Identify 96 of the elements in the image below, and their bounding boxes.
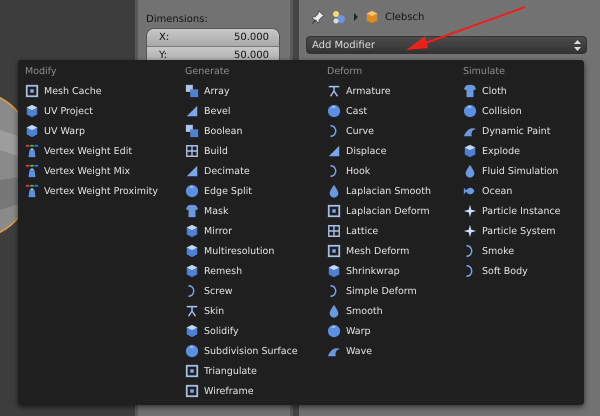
menu-item[interactable]: Ocean xyxy=(463,181,512,201)
sphere-icon xyxy=(327,104,341,118)
menu-item[interactable]: UV Warp xyxy=(25,121,86,141)
dimensions-label: Dimensions: xyxy=(146,14,209,25)
sphere-icon xyxy=(327,324,341,338)
drop-icon xyxy=(463,164,477,178)
sphere-icon xyxy=(185,184,199,198)
cube-icon xyxy=(185,224,199,238)
cube-icon xyxy=(463,144,477,158)
drop-icon xyxy=(327,304,341,318)
weight-icon xyxy=(25,164,39,178)
menu-item[interactable]: Vertex Weight Proximity xyxy=(25,181,158,201)
category-heading: Modify xyxy=(25,65,56,79)
cube-icon xyxy=(185,264,199,278)
cube-icon xyxy=(25,104,39,118)
category-heading: Generate xyxy=(185,65,230,79)
sparkle-icon xyxy=(463,224,477,238)
menu-item[interactable]: Screw xyxy=(185,281,233,301)
menu-item[interactable]: Cast xyxy=(327,101,368,121)
menu-item[interactable]: Remesh xyxy=(185,261,242,281)
weight-icon xyxy=(25,144,39,158)
menu-item[interactable]: Decimate xyxy=(185,161,250,181)
menu-item[interactable]: Mesh Deform xyxy=(327,241,410,261)
menu-item[interactable]: Explode xyxy=(463,141,520,161)
menu-item[interactable]: Warp xyxy=(327,321,371,341)
frame-icon xyxy=(327,244,341,258)
menu-item[interactable]: Curve xyxy=(327,121,374,141)
menu-item[interactable]: Lattice xyxy=(327,221,378,241)
squares-icon xyxy=(185,124,199,138)
category-heading: Deform xyxy=(327,65,362,79)
pin-icon[interactable] xyxy=(311,10,325,24)
sphere-icon xyxy=(185,344,199,358)
add-modifier-dropdown[interactable]: Add Modifier xyxy=(306,36,587,54)
frame-icon xyxy=(185,364,199,378)
menu-item[interactable]: Shrinkwrap xyxy=(327,261,400,281)
grid-icon xyxy=(327,224,341,238)
menu-item[interactable]: Armature xyxy=(327,81,391,101)
number-field[interactable]: X: 50.000 xyxy=(147,29,279,47)
triangle-icon xyxy=(327,144,341,158)
menu-item[interactable]: UV Project xyxy=(25,101,93,121)
shirt-icon xyxy=(463,84,477,98)
menu-item[interactable]: Particle System xyxy=(463,221,556,241)
cube-icon xyxy=(25,124,39,138)
frame-icon xyxy=(185,384,199,398)
menu-item[interactable]: Mesh Cache xyxy=(25,81,102,101)
menu-item[interactable]: Smooth xyxy=(327,301,383,321)
menu-item[interactable]: Displace xyxy=(327,141,386,161)
shirt-icon xyxy=(185,204,199,218)
category-heading: Simulate xyxy=(463,65,505,79)
menu-item[interactable]: Multiresolution xyxy=(185,241,274,261)
menu-item[interactable]: Cloth xyxy=(463,81,507,101)
triangle-icon xyxy=(185,104,199,118)
menu-item[interactable]: Simple Deform xyxy=(327,281,417,301)
weight-icon xyxy=(25,184,39,198)
menu-item[interactable]: Dynamic Paint xyxy=(463,121,550,141)
menu-item[interactable]: Triangulate xyxy=(185,361,257,381)
triangle-icon xyxy=(185,164,199,178)
menu-item[interactable]: Soft Body xyxy=(463,261,528,281)
menu-item[interactable]: Wireframe xyxy=(185,381,254,401)
frame-icon xyxy=(327,204,341,218)
menu-item[interactable]: Array xyxy=(185,81,230,101)
sparkle-icon xyxy=(463,204,477,218)
menu-item[interactable]: Edge Split xyxy=(185,181,252,201)
menu-item[interactable]: Mirror xyxy=(185,221,232,241)
frame-icon xyxy=(25,84,39,98)
cube-icon xyxy=(185,324,199,338)
menu-item[interactable]: Hook xyxy=(327,161,370,181)
grid-icon xyxy=(185,144,199,158)
spheres-icon xyxy=(331,10,347,24)
updown-arrows-icon xyxy=(574,40,581,50)
cube-icon xyxy=(365,10,379,24)
sphere-icon xyxy=(463,104,477,118)
object-name: Clebsch xyxy=(385,12,424,22)
chevron-icon xyxy=(353,13,359,21)
menu-item[interactable]: Smoke xyxy=(463,241,514,261)
menu-item[interactable]: Subdivision Surface xyxy=(185,341,298,361)
menu-item[interactable]: Bevel xyxy=(185,101,230,121)
figure-icon xyxy=(327,84,341,98)
menu-item[interactable]: Fluid Simulation xyxy=(463,161,558,181)
drop-icon xyxy=(327,184,341,198)
cube-icon xyxy=(327,264,341,278)
menu-item[interactable]: Mask xyxy=(185,201,228,221)
menu-item[interactable]: Solidify xyxy=(185,321,239,341)
squares-icon xyxy=(185,84,199,98)
menu-item[interactable]: Build xyxy=(185,141,228,161)
menu-item[interactable]: Skin xyxy=(185,301,224,321)
menu-item[interactable]: Laplacian Smooth xyxy=(327,181,431,201)
menu-item[interactable]: Wave xyxy=(327,341,372,361)
menu-item[interactable]: Vertex Weight Mix xyxy=(25,161,130,181)
figure-icon xyxy=(185,304,199,318)
cube-icon xyxy=(185,244,199,258)
menu-item[interactable]: Particle Instance xyxy=(463,201,561,221)
menu-item[interactable]: Laplacian Deform xyxy=(327,201,430,221)
menu-item[interactable]: Vertex Weight Edit xyxy=(25,141,132,161)
menu-item[interactable]: Boolean xyxy=(185,121,242,141)
menu-item[interactable]: Collision xyxy=(463,101,522,121)
